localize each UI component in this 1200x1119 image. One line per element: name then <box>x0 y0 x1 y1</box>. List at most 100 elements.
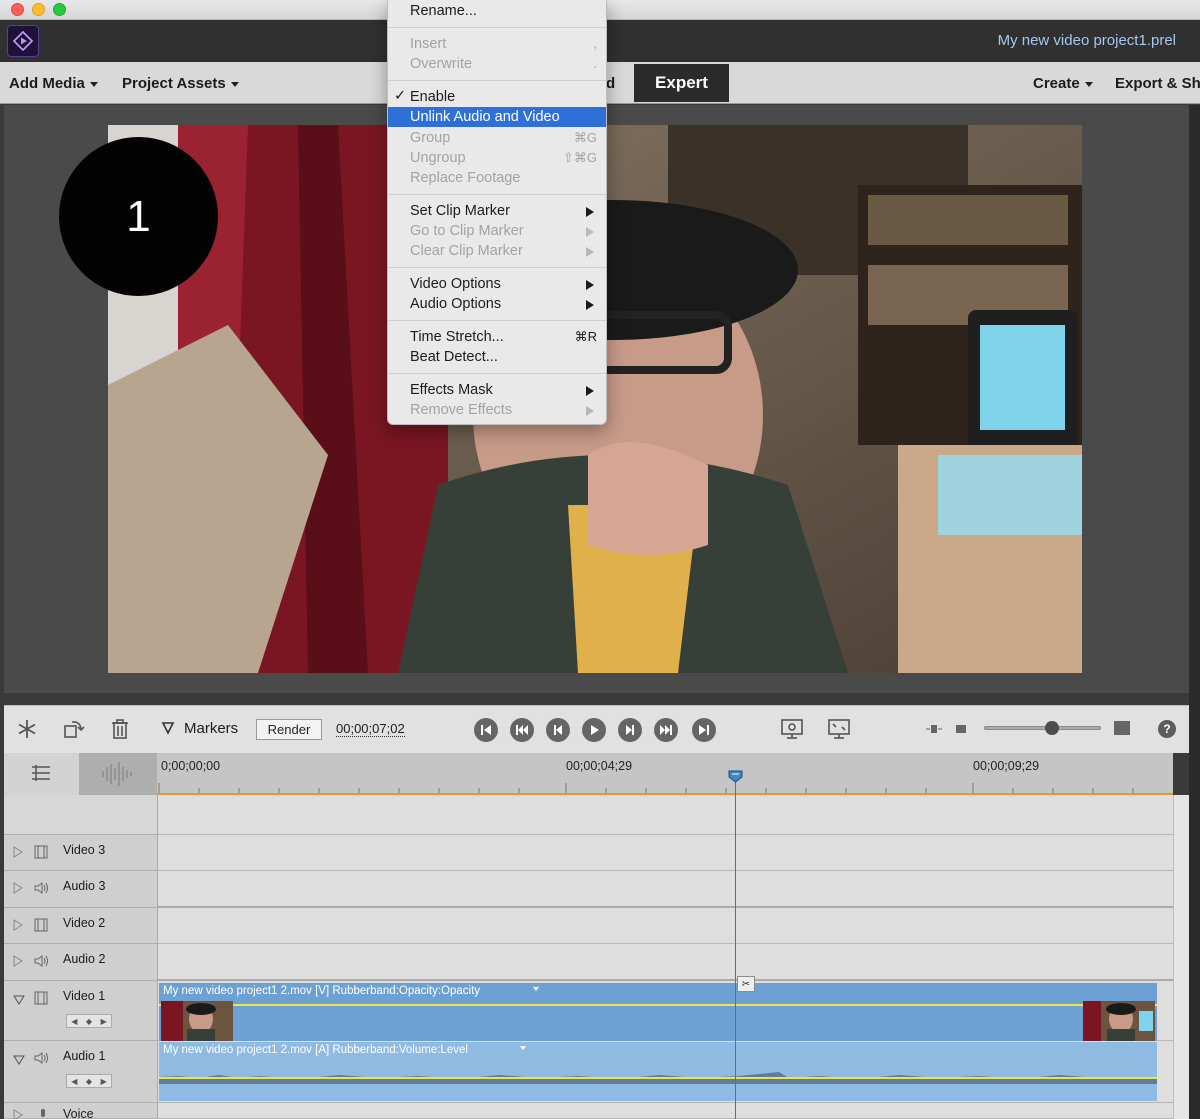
menu-item-remove-effects: Remove Effects <box>388 400 606 420</box>
track-header-voice[interactable]: Voice <box>4 1103 157 1119</box>
help-icon[interactable]: ? <box>1158 720 1176 738</box>
collapse-triangle-icon[interactable] <box>13 992 25 1010</box>
next-keyframe-icon[interactable]: ▶ <box>101 1077 107 1086</box>
track-header-video-2[interactable]: Video 2 <box>4 908 157 944</box>
minimize-window-button[interactable] <box>32 3 45 16</box>
speaker-icon <box>34 954 50 973</box>
zoom-slider-handle[interactable] <box>1044 721 1059 735</box>
menu-item-rename[interactable]: Rename... <box>388 1 606 21</box>
expand-triangle-icon[interactable] <box>13 954 23 972</box>
playhead-handle[interactable] <box>728 770 743 783</box>
track-header-audio-2[interactable]: Audio 2 <box>4 944 157 981</box>
prev-keyframe-icon[interactable]: ◀ <box>71 1017 77 1026</box>
track-name: Video 3 <box>63 843 106 857</box>
menu-item-group: Group ⌘G <box>410 130 597 146</box>
add-media-menu[interactable]: Add Media <box>9 75 98 92</box>
menu-item-time-stretch[interactable]: Time Stretch... ⌘R <box>388 327 606 347</box>
current-timecode[interactable]: 00;00;07;02 <box>336 721 405 737</box>
video-clip[interactable]: My new video project1 2.mov [V] Rubberba… <box>159 983 1157 1041</box>
track-lane-audio-3[interactable] <box>157 871 1173 908</box>
zoom-large-icon[interactable] <box>1112 719 1132 737</box>
collapse-triangle-icon[interactable] <box>13 1052 25 1070</box>
create-menu[interactable]: Create <box>1033 75 1093 92</box>
export-share-menu[interactable]: Export & Sh <box>1115 75 1200 92</box>
chevron-down-icon[interactable] <box>520 1046 526 1050</box>
markers-menu[interactable]: Markers <box>184 720 238 737</box>
track-header-video-3[interactable]: Video 3 <box>4 835 157 871</box>
menu-divider <box>388 194 606 196</box>
menu-item-enable[interactable]: ✓ Enable <box>388 87 606 107</box>
marker-icon[interactable] <box>160 720 176 738</box>
step-number-badge: 1 <box>59 137 218 296</box>
track-header-audio-3[interactable]: Audio 3 <box>4 871 157 908</box>
track-settings-toggle[interactable] <box>4 753 79 795</box>
clip-thumbnail-start <box>161 1001 233 1041</box>
submenu-arrow-icon <box>586 300 594 310</box>
tab-expert[interactable]: Expert <box>634 64 729 102</box>
ruler-timecode: 0;00;00;00 <box>161 759 221 773</box>
menu-item-audio-options[interactable]: Audio Options <box>388 294 606 314</box>
chevron-down-icon[interactable] <box>533 987 539 991</box>
submenu-arrow-icon <box>586 227 594 237</box>
expand-triangle-icon[interactable] <box>13 918 23 936</box>
track-lane-video-2[interactable] <box>157 908 1173 944</box>
track-lane-audio-2[interactable] <box>157 944 1173 981</box>
step-forward-icon[interactable] <box>618 718 642 742</box>
guided-tab-partial[interactable]: d <box>606 75 615 92</box>
maximize-window-button[interactable] <box>53 3 66 16</box>
fit-to-screen-icon[interactable] <box>826 717 852 741</box>
add-keyframe-icon[interactable]: ◆ <box>86 1077 92 1086</box>
audio-clip[interactable]: My new video project1 2.mov [A] Rubberba… <box>159 1042 1157 1101</box>
film-icon <box>34 918 48 937</box>
go-to-end-icon[interactable] <box>692 718 716 742</box>
film-icon <box>34 991 48 1010</box>
step-back-icon[interactable] <box>546 718 570 742</box>
track-lane-video-3[interactable] <box>157 835 1173 871</box>
close-window-button[interactable] <box>11 3 24 16</box>
track-header-video-1[interactable]: Video 1 ◀ ◆ ▶ <box>4 981 157 1041</box>
menu-item-effects-mask[interactable]: Effects Mask <box>388 380 606 400</box>
clip-label: My new video project1 2.mov [A] Rubberba… <box>163 1044 468 1056</box>
expand-triangle-icon[interactable] <box>13 1108 23 1119</box>
render-button[interactable]: Render <box>256 719 322 740</box>
menu-item-unlink-audio-video[interactable]: Unlink Audio and Video <box>388 107 606 127</box>
project-assets-menu[interactable]: Project Assets <box>122 75 239 92</box>
add-keyframe-icon[interactable]: ◆ <box>86 1017 92 1026</box>
render-monitor-icon[interactable] <box>779 717 805 741</box>
trash-icon[interactable] <box>110 718 130 740</box>
menu-item-clear-clip-marker: Clear Clip Marker <box>388 241 606 261</box>
film-icon <box>34 845 48 864</box>
menu-divider <box>388 27 606 29</box>
audio-waveform-toggle[interactable] <box>79 753 157 795</box>
expand-triangle-icon[interactable] <box>13 845 23 863</box>
timeline-zoom-slider[interactable] <box>984 726 1101 730</box>
speaker-icon <box>34 1051 50 1070</box>
ruler-timecode: 00;00;04;29 <box>566 759 633 773</box>
volume-rubberband[interactable] <box>159 1077 1157 1079</box>
submenu-arrow-icon <box>586 280 594 290</box>
keyframe-navigator[interactable]: ◀ ◆ ▶ <box>66 1074 112 1088</box>
zoom-out-icon[interactable] <box>924 721 944 737</box>
opacity-rubberband[interactable] <box>159 1004 1157 1006</box>
zoom-small-icon[interactable] <box>954 722 968 736</box>
menu-item-video-options[interactable]: Video Options <box>388 274 606 294</box>
track-header-audio-1[interactable]: Audio 1 ◀ ◆ ▶ <box>4 1041 157 1103</box>
go-to-start-icon[interactable] <box>474 718 498 742</box>
window-edge <box>1189 105 1200 1119</box>
scissors-icon[interactable]: ✂ <box>737 976 755 992</box>
menu-item-set-clip-marker[interactable]: Set Clip Marker <box>388 201 606 221</box>
rewind-icon[interactable] <box>510 718 534 742</box>
keyframe-navigator[interactable]: ◀ ◆ ▶ <box>66 1014 112 1028</box>
freeze-frame-icon[interactable] <box>16 718 38 740</box>
play-icon[interactable] <box>582 718 606 742</box>
next-keyframe-icon[interactable]: ▶ <box>101 1017 107 1026</box>
rotate-icon[interactable] <box>62 718 86 740</box>
menu-item-beat-detect[interactable]: Beat Detect... <box>388 347 606 367</box>
prev-keyframe-icon[interactable]: ◀ <box>71 1077 77 1086</box>
expand-triangle-icon[interactable] <box>13 881 23 899</box>
track-lane-voice[interactable] <box>157 1103 1173 1119</box>
track-spacer <box>157 795 1173 835</box>
fast-forward-icon[interactable] <box>654 718 678 742</box>
playhead-line[interactable] <box>735 776 736 1119</box>
timeline-vertical-scrollbar[interactable] <box>1173 795 1189 1119</box>
